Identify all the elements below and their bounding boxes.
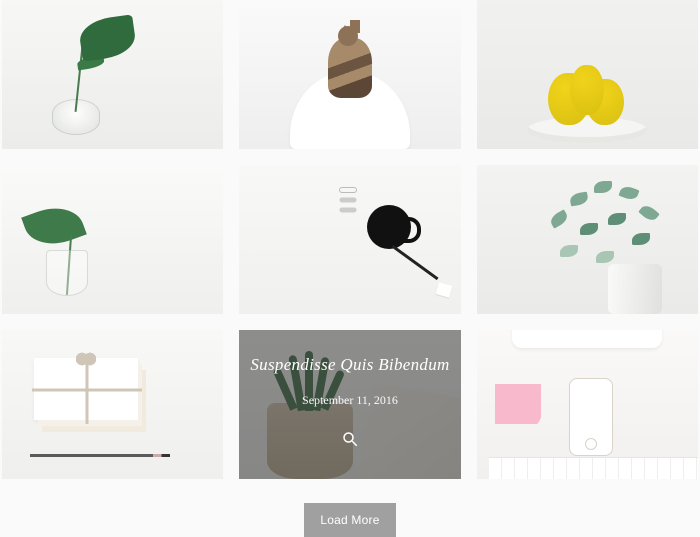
search-icon bbox=[341, 430, 359, 453]
gallery-item-overlay: Suspendisse Quis Bibendum September 11, … bbox=[239, 330, 460, 479]
gallery-item-aloe-pot[interactable]: Suspendisse Quis Bibendum September 11, … bbox=[239, 330, 460, 479]
gallery-item-monstera-vase[interactable] bbox=[2, 0, 223, 149]
gallery-item-cat-chair[interactable] bbox=[239, 0, 460, 149]
overlay-view-button[interactable] bbox=[337, 428, 363, 454]
gallery-item-envelopes[interactable] bbox=[2, 330, 223, 479]
overlay-date: September 11, 2016 bbox=[302, 393, 398, 408]
gallery-item-phone-desk[interactable] bbox=[477, 330, 698, 479]
gallery-item-eucalyptus[interactable] bbox=[477, 165, 698, 314]
gallery-grid: Suspendisse Quis Bibendum September 11, … bbox=[0, 0, 700, 479]
gallery-item-yellow-cactus[interactable] bbox=[477, 0, 698, 149]
gallery-item-leaf-vase[interactable] bbox=[2, 165, 223, 314]
overlay-title: Suspendisse Quis Bibendum bbox=[250, 355, 449, 375]
gallery-item-black-mug[interactable] bbox=[239, 165, 460, 314]
